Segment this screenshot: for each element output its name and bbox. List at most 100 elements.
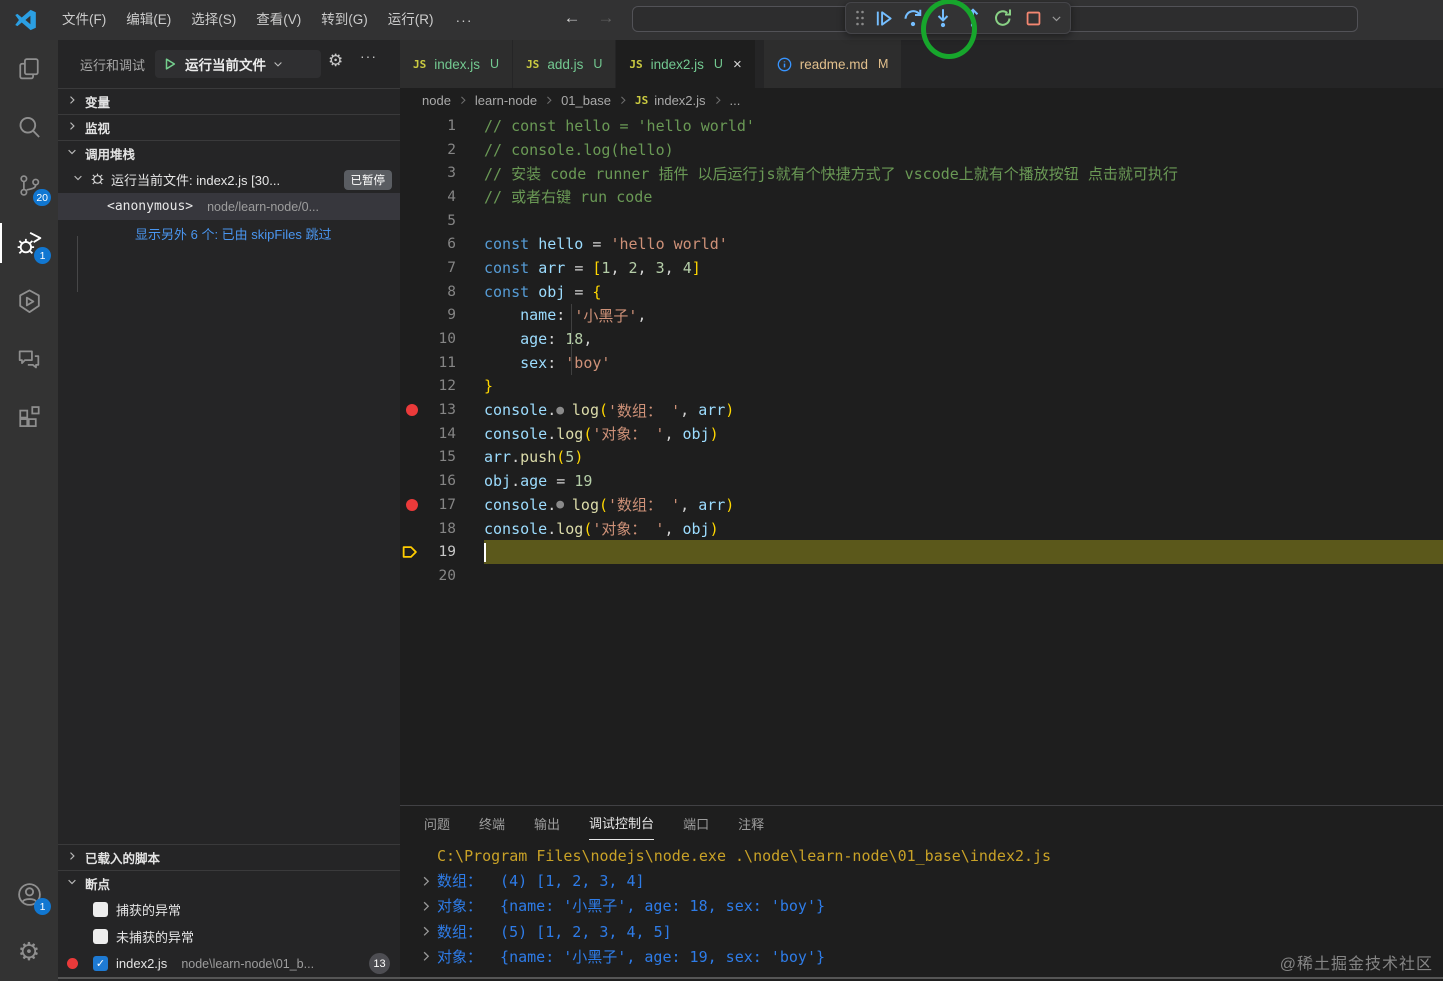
menu-item-5[interactable]: 运行(R) [378, 6, 444, 34]
code-text[interactable]: arr. push(5) [484, 446, 1443, 470]
code-text[interactable]: name: '小黑子', [484, 303, 1443, 328]
menu-overflow-button[interactable]: ··· [444, 12, 485, 28]
breadcrumb-item[interactable]: learn-node [475, 93, 537, 108]
line-gutter[interactable]: 10 [400, 327, 484, 351]
section-breakpoints[interactable]: 断点 [58, 870, 400, 896]
activity-run-and-debug-icon[interactable]: 1 [0, 214, 58, 272]
breakpoint-item[interactable]: ✓ index2.js node\learn-node\01_b... 13 [58, 950, 400, 977]
menu-item-1[interactable]: 编辑(E) [116, 6, 181, 34]
line-gutter[interactable]: 4 [400, 185, 484, 209]
menu-item-2[interactable]: 选择(S) [181, 6, 246, 34]
activity-comments-icon[interactable] [0, 330, 58, 388]
callstack-session-row[interactable]: 运行当前文件: index2.js [30... 已暂停 [58, 166, 400, 193]
sidebar-more-icon[interactable]: ··· [360, 48, 377, 64]
callstack-frame-row[interactable]: <anonymous> node/learn-node/0... [58, 193, 400, 220]
line-gutter[interactable]: 18 [400, 517, 484, 541]
section-变量[interactable]: 变量 [58, 88, 400, 114]
breakpoint-checkbox[interactable] [93, 929, 108, 944]
line-gutter[interactable]: 11 [400, 351, 484, 375]
step-out-button[interactable] [958, 4, 988, 32]
tab-readme.md[interactable]: readme.md M [763, 40, 902, 88]
panel-tab-问题[interactable]: 问题 [424, 806, 450, 840]
line-gutter[interactable]: 15 [400, 446, 484, 470]
line-gutter[interactable]: 8 [400, 280, 484, 304]
continue-button[interactable] [868, 4, 898, 32]
line-gutter[interactable]: 3 [400, 161, 484, 185]
line-gutter[interactable]: 19 [400, 540, 484, 564]
line-gutter[interactable]: 9 [400, 304, 484, 328]
drag-grip-icon[interactable] [852, 4, 868, 32]
activity-search-icon[interactable] [0, 98, 58, 156]
line-gutter[interactable]: 13 [400, 398, 484, 422]
chevron-right-icon[interactable] [420, 874, 437, 888]
stop-dropdown-chevron-icon[interactable] [1048, 4, 1064, 32]
section-call-stack[interactable]: 调用堆栈 [58, 140, 400, 166]
inline-breakpoint-dot-icon[interactable]: ● [556, 403, 572, 418]
chevron-down-icon[interactable] [272, 58, 284, 70]
line-gutter[interactable]: 2 [400, 138, 484, 162]
run-play-icon[interactable] [163, 57, 177, 71]
run-config-label[interactable]: 运行当前文件 [185, 54, 266, 74]
code-text[interactable] [484, 209, 1443, 233]
activity-extensions-icon[interactable] [0, 388, 58, 446]
breadcrumb-item[interactable]: 01_base [561, 93, 611, 108]
menu-item-0[interactable]: 文件(F) [52, 6, 116, 34]
code-text[interactable]: const obj = { [484, 280, 1443, 304]
activity-hexagon-run-icon[interactable] [0, 272, 58, 330]
code-text[interactable] [484, 564, 1443, 588]
code-text[interactable] [484, 540, 1443, 565]
nav-back-icon[interactable]: ← [560, 8, 584, 28]
line-gutter[interactable]: 6 [400, 232, 484, 256]
tab-index.js[interactable]: JS index.js U [400, 40, 513, 88]
activity-source-control-icon[interactable]: 20 [0, 156, 58, 214]
skipfiles-link[interactable]: 显示另外 6 个: 已由 skipFiles 跳过 [58, 220, 400, 246]
menu-item-4[interactable]: 转到(G) [311, 6, 378, 34]
code-text[interactable]: console. ● log('数组： ', arr) [484, 398, 1443, 422]
line-gutter[interactable]: 20 [400, 564, 484, 588]
panel-tab-端口[interactable]: 端口 [683, 806, 709, 840]
breakpoint-dot-icon[interactable] [406, 498, 418, 511]
chevron-right-icon[interactable] [420, 949, 437, 963]
breakpoint-item[interactable]: 捕获的异常 [58, 896, 400, 923]
section-loaded-scripts[interactable]: 已载入的脚本 [58, 844, 400, 870]
restart-button[interactable] [988, 4, 1018, 32]
breakpoint-checkbox[interactable]: ✓ [93, 956, 108, 971]
breakpoint-checkbox[interactable] [93, 902, 108, 917]
code-text[interactable]: age: 18, [484, 327, 1443, 351]
code-text[interactable]: // console.log(hello) [484, 138, 1443, 162]
code-text[interactable]: console. log('对象： ', obj) [484, 517, 1443, 541]
step-over-button[interactable] [898, 4, 928, 32]
step-into-button[interactable] [928, 4, 958, 32]
tab-add.js[interactable]: JS add.js U [513, 40, 616, 88]
panel-tab-输出[interactable]: 输出 [534, 806, 560, 840]
code-text[interactable]: obj. age = 19 [484, 469, 1443, 493]
panel-tab-注释[interactable]: 注释 [738, 806, 764, 840]
line-gutter[interactable]: 12 [400, 375, 484, 399]
panel-tab-终端[interactable]: 终端 [479, 806, 505, 840]
code-editor[interactable]: 1 // const hello = 'hello world' 2 // conso… [400, 112, 1443, 805]
code-text[interactable]: const hello = 'hello world' [484, 232, 1443, 256]
chevron-right-icon[interactable] [420, 899, 437, 913]
line-gutter[interactable]: 17 [400, 493, 484, 517]
code-text[interactable]: } [484, 375, 1443, 399]
code-text[interactable]: sex: 'boy' [484, 350, 1443, 375]
line-gutter[interactable]: 7 [400, 256, 484, 280]
breakpoint-dot-icon[interactable] [406, 404, 418, 417]
debug-gear-icon[interactable]: ⚙ [328, 52, 343, 69]
code-text[interactable]: // 或者右键 run code [484, 185, 1443, 209]
run-config-dropdown[interactable]: 运行当前文件 [155, 50, 321, 78]
stop-button[interactable] [1018, 4, 1048, 32]
inline-breakpoint-dot-icon[interactable]: ● [556, 497, 572, 512]
breakpoint-item[interactable]: 未捕获的异常 [58, 923, 400, 950]
line-gutter[interactable]: 14 [400, 422, 484, 446]
menu-item-3[interactable]: 查看(V) [246, 6, 311, 34]
code-text[interactable]: const arr = [1, 2, 3, 4] [484, 256, 1443, 280]
code-text[interactable]: // const hello = 'hello world' [484, 114, 1443, 138]
breadcrumb-item[interactable]: node [422, 93, 451, 108]
activity-account-icon[interactable]: 1 [0, 865, 58, 923]
line-gutter[interactable]: 16 [400, 469, 484, 493]
tab-index2.js[interactable]: JS index2.js U × [616, 40, 755, 88]
chevron-right-icon[interactable] [420, 924, 437, 938]
panel-tab-调试控制台[interactable]: 调试控制台 [589, 806, 655, 840]
breadcrumb-item[interactable]: ... [730, 93, 741, 108]
